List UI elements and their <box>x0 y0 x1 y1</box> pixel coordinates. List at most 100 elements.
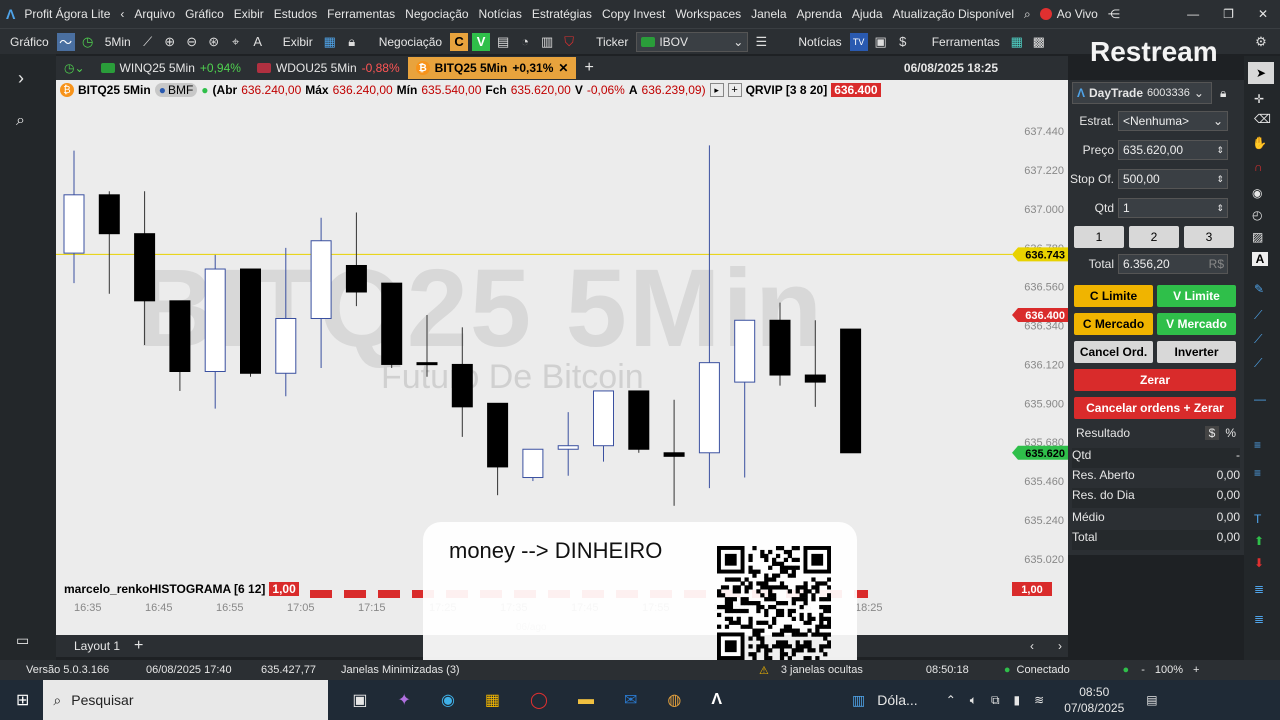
menu-exibir[interactable]: Exibir <box>229 7 269 21</box>
layout-tab[interactable]: Layout 1 <box>74 639 120 653</box>
menu-negociacao[interactable]: Negociação <box>400 7 473 21</box>
clock[interactable]: 08:50 07/08/2025 <box>1064 684 1124 716</box>
windows-start-icon[interactable]: ⊞ <box>16 690 29 710</box>
profit-app-icon[interactable]: Λ <box>711 691 722 709</box>
zerar-button[interactable]: Zerar <box>1074 369 1236 391</box>
chart-area-icon[interactable]: 〜 <box>56 32 75 51</box>
qty-3-button[interactable]: 3 <box>1184 226 1234 248</box>
scroll-right-icon[interactable]: › <box>1058 639 1062 653</box>
fib-icon[interactable]: ≡ <box>1254 438 1261 452</box>
menu-janela[interactable]: Janela <box>746 7 791 21</box>
menu-estudos[interactable]: Estudos <box>269 7 322 21</box>
v-limite-button[interactable]: V Limite <box>1157 285 1236 307</box>
tab-winq25[interactable]: WINQ25 5Min +0,94% <box>93 57 249 79</box>
collapse-icon[interactable]: ▸ <box>709 83 724 97</box>
menu-estrategias[interactable]: Estratégias <box>527 7 597 21</box>
share-icon[interactable]: ⋲ <box>1103 7 1125 21</box>
minimized-windows[interactable]: Janelas Minimizadas (3) <box>341 664 521 676</box>
pencil-icon[interactable]: ✎ <box>1254 282 1264 296</box>
arrow-down-icon[interactable]: ⬇ <box>1254 556 1264 570</box>
tray-chevron-icon[interactable]: ⌃ <box>946 693 956 707</box>
scroll-left-icon[interactable]: ‹ <box>1030 639 1034 653</box>
toolbar-grafico[interactable]: Gráfico <box>6 35 53 49</box>
qtd-input[interactable]: 1 ⇕ <box>1118 198 1228 218</box>
image-icon[interactable]: ▨ <box>1252 230 1263 244</box>
hand-icon[interactable]: ✋ <box>1252 136 1267 150</box>
battery-icon[interactable]: ▮ <box>1014 693 1021 707</box>
zoom-in-btn[interactable]: + <box>1193 664 1199 676</box>
v-mercado-button[interactable]: V Mercado <box>1157 313 1236 335</box>
tab-nav-icon[interactable]: ◷⌄ <box>56 57 93 79</box>
tab-bitq25[interactable]: ₿ BITQ25 5Min +0,31% ✕ <box>407 57 577 79</box>
taskbar-search[interactable]: ⌕ Pesquisar <box>43 680 329 720</box>
wifi-icon[interactable]: ≋ <box>1034 693 1044 707</box>
timer-icon[interactable]: ◴ <box>1252 208 1262 222</box>
edge-icon[interactable]: ◉ <box>441 690 455 710</box>
pie-chart-icon[interactable]: ◔ <box>516 33 534 51</box>
file-explorer-icon[interactable]: ▬ <box>578 691 594 709</box>
tab-wdou25[interactable]: WDOU25 5Min -0,88% <box>249 57 408 79</box>
trendline-icon[interactable]: ⟋ <box>1254 308 1262 323</box>
estrat-select[interactable]: <Nenhuma> ⌄ <box>1118 111 1228 131</box>
interval-selector[interactable]: 5Min <box>101 35 135 49</box>
hidden-windows[interactable]: 3 janelas ocultas <box>781 664 926 676</box>
toolbar-noticias[interactable]: Notícias <box>794 35 845 49</box>
text-t-icon[interactable]: T <box>1254 512 1261 526</box>
draw-line-icon[interactable]: ⟋ <box>139 33 157 51</box>
task-view-icon[interactable]: ▣ <box>352 690 367 710</box>
menu-arquivo[interactable]: Arquivo <box>129 7 180 21</box>
dollar-doc-icon[interactable]: $ <box>894 33 912 51</box>
arrow-up-icon[interactable]: ⬆ <box>1254 534 1264 548</box>
buy-c-icon[interactable]: C <box>450 32 469 51</box>
calculator-icon[interactable]: ▩ <box>1030 33 1048 51</box>
bar-chart-icon[interactable]: ▥ <box>538 33 556 51</box>
toolbar-negociacao[interactable]: Negociação <box>375 35 446 49</box>
close-icon[interactable]: ✕ <box>1246 7 1280 21</box>
minimize-icon[interactable]: — <box>1175 7 1211 21</box>
book-icon[interactable]: ▤ <box>494 33 512 51</box>
shield-icon[interactable]: ⛉ <box>560 33 578 51</box>
crosshair-icon[interactable]: ⌖ <box>227 33 245 51</box>
grid-layout-icon[interactable]: ▦ <box>321 33 339 51</box>
lock-icon[interactable]: 🔒︎ <box>1220 86 1226 101</box>
dollar-toggle-icon[interactable]: $ <box>1204 426 1220 440</box>
add-study-icon[interactable]: + <box>727 83 742 97</box>
channel-icon[interactable]: ⟋ <box>1254 356 1262 371</box>
toolbar-exibir[interactable]: Exibir <box>279 35 317 49</box>
menu-ferramentas[interactable]: Ferramentas <box>322 7 400 21</box>
stop-input[interactable]: 500,00 ⇕ <box>1118 169 1228 189</box>
layers-icon[interactable]: ≣ <box>1254 582 1264 596</box>
eraser-icon[interactable]: ⌫ <box>1254 112 1271 126</box>
search-icon[interactable]: ⌕ <box>1019 7 1036 22</box>
store-icon[interactable]: ▦ <box>485 690 500 710</box>
zoom-out-icon[interactable]: ⊖ <box>183 33 201 51</box>
qty-1-button[interactable]: 1 <box>1074 226 1124 248</box>
news-icon[interactable]: ▣ <box>872 33 890 51</box>
tab-close-icon[interactable]: ✕ <box>558 61 568 75</box>
stepper-icon[interactable]: ⇕ <box>1216 203 1227 214</box>
menu-atualizacao[interactable]: Atualização Disponível <box>888 7 1019 21</box>
text-tool-icon[interactable]: A <box>249 33 267 51</box>
volume-icon[interactable]: 🔈︎ <box>970 693 977 708</box>
currency-widget[interactable]: Dóla... <box>877 692 917 708</box>
notification-icon[interactable]: ▤ <box>1146 693 1157 707</box>
zoom-in-icon[interactable]: ⊕ <box>161 33 179 51</box>
hline-icon[interactable]: — <box>1254 392 1266 406</box>
menu-copy-invest[interactable]: Copy Invest <box>597 7 670 21</box>
outlook-icon[interactable]: ✉ <box>624 690 637 710</box>
text-icon[interactable]: A <box>1252 252 1268 266</box>
menu-noticias[interactable]: Notícias <box>474 7 527 21</box>
qty-2-button[interactable]: 2 <box>1129 226 1179 248</box>
ticker-select[interactable]: IBOV ⌄ <box>636 31 749 52</box>
lock-icon[interactable]: 🔒︎ <box>343 33 361 51</box>
maximize-icon[interactable]: ❐ <box>1211 7 1246 21</box>
magnet-icon[interactable]: ∩ <box>1254 160 1263 174</box>
cancel-ord-button[interactable]: Cancel Ord. <box>1074 341 1153 363</box>
daytrade-select[interactable]: Λ DayTrade 6003336 ⌄ <box>1072 82 1212 104</box>
stepper-icon[interactable]: ⇕ <box>1216 174 1227 185</box>
sell-v-icon[interactable]: V <box>472 32 491 51</box>
percent-toggle-icon[interactable]: % <box>1225 426 1236 440</box>
c-limite-button[interactable]: C Limite <box>1074 285 1153 307</box>
preco-input[interactable]: 635.620,00 ⇕ <box>1118 140 1228 160</box>
list-icon[interactable]: ☰ <box>752 33 770 51</box>
